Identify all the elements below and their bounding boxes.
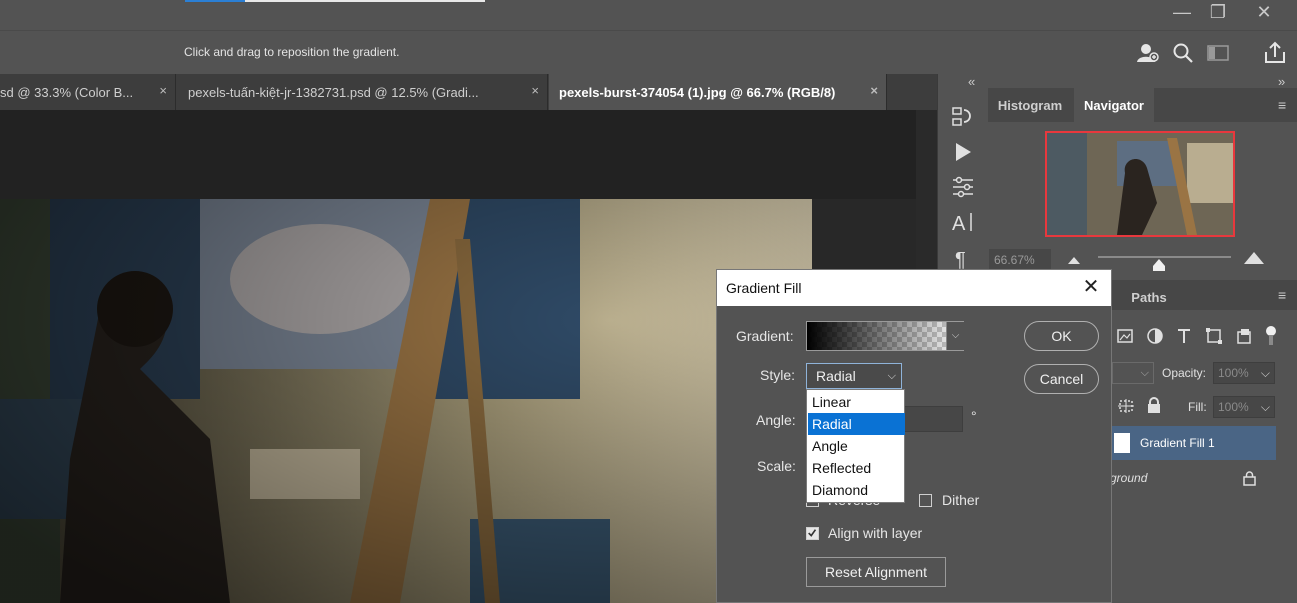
shape-filter-icon[interactable] <box>1205 327 1223 345</box>
svg-text:¶: ¶ <box>955 249 966 270</box>
type-filter-icon[interactable] <box>1175 327 1193 345</box>
dialog-close-icon[interactable]: ✕ <box>1080 276 1102 298</box>
zoom-out-icon[interactable] <box>1067 254 1081 266</box>
layer-row[interactable]: Gradient Fill 1 <box>1110 426 1276 460</box>
character-text-icon[interactable]: A <box>950 209 976 235</box>
adjustments-icon[interactable] <box>950 174 976 200</box>
style-option-reflected[interactable]: Reflected <box>808 457 905 479</box>
pasteboard <box>0 110 916 199</box>
style-select[interactable]: Radial ⌵ <box>806 363 902 389</box>
panel-menu-icon[interactable]: ≡ <box>1278 287 1286 303</box>
smart-object-filter-icon[interactable] <box>1235 327 1253 345</box>
share-export-icon[interactable] <box>1262 40 1288 66</box>
style-option-angle[interactable]: Angle <box>808 435 905 457</box>
dither-label: Dither <box>942 492 980 508</box>
cancel-button[interactable]: Cancel <box>1024 364 1099 394</box>
dialog-title: Gradient Fill <box>726 280 802 296</box>
dither-checkbox[interactable] <box>919 494 932 507</box>
style-label: Style: <box>760 367 796 383</box>
svg-text:A: A <box>952 213 966 235</box>
tab-document-2[interactable]: pexels-tuấn-kiệt-jr-1382731.psd @ 12.5% … <box>178 74 548 110</box>
angle-label: Angle: <box>756 412 796 428</box>
tab-navigator[interactable]: Navigator <box>1074 88 1154 122</box>
play-actions-icon[interactable] <box>950 139 976 165</box>
zoom-in-icon[interactable] <box>1243 251 1265 265</box>
adjustment-filter-icon[interactable] <box>1146 327 1164 345</box>
navigator-thumbnail[interactable] <box>1045 131 1235 237</box>
lock-position-icon[interactable] <box>1117 398 1135 414</box>
ok-button[interactable]: OK <box>1024 321 1099 351</box>
collapse-panels-left-icon[interactable]: « <box>968 74 975 89</box>
fill-label: Fill: <box>1188 400 1207 414</box>
document-tabs: sd @ 33.3% (Color B... × pexels-tuấn-kiệ… <box>0 74 937 110</box>
workspace-icon[interactable] <box>1205 40 1231 66</box>
zoom-slider-handle[interactable] <box>1152 258 1166 272</box>
checkmark-icon <box>808 529 817 537</box>
blend-mode-select[interactable]: ⌵ <box>1112 362 1154 384</box>
search-icon[interactable] <box>1170 40 1196 66</box>
layer-row[interactable]: ground <box>1110 461 1276 495</box>
collapse-panels-right-icon[interactable]: » <box>1278 74 1285 89</box>
chevron-down-icon: ⌵ <box>887 370 896 382</box>
lock-all-icon[interactable] <box>1146 397 1162 414</box>
align-with-layer-checkbox[interactable] <box>806 527 819 540</box>
tab-histogram[interactable]: Histogram <box>988 88 1072 122</box>
top-progress-bar <box>185 0 485 2</box>
style-option-linear[interactable]: Linear <box>808 391 905 413</box>
style-dropdown-list: Linear Radial Angle Reflected Diamond <box>806 389 905 503</box>
close-window-button[interactable]: ✕ <box>1242 0 1286 24</box>
opacity-field[interactable]: 100% ⌵ <box>1213 362 1275 384</box>
tab-document-3[interactable]: pexels-burst-374054 (1).jpg @ 66.7% (RGB… <box>549 74 887 110</box>
options-hint-text: Click and drag to reposition the gradien… <box>184 45 400 59</box>
image-filter-icon[interactable] <box>1116 327 1134 345</box>
tab-document-1[interactable]: sd @ 33.3% (Color B... × <box>0 74 176 110</box>
zoom-field[interactable]: 66.67% <box>989 249 1051 271</box>
close-tab-icon[interactable]: × <box>531 83 539 98</box>
layer-thumbnail <box>1114 433 1130 453</box>
history-icon[interactable] <box>950 104 976 130</box>
fill-field[interactable]: 100% ⌵ <box>1213 396 1275 418</box>
navigator-panel-tabs: Histogram Navigator ≡ <box>988 88 1297 122</box>
angle-field[interactable] <box>904 406 963 432</box>
gradient-fill-dialog <box>716 269 1112 603</box>
document-image[interactable] <box>0 199 812 603</box>
panel-menu-icon[interactable]: ≡ <box>1278 97 1286 113</box>
reset-alignment-button[interactable]: Reset Alignment <box>806 557 946 587</box>
paragraph-icon[interactable]: ¶ <box>950 244 976 270</box>
filter-toggle-icon[interactable] <box>1264 324 1278 346</box>
close-tab-icon[interactable]: × <box>159 83 167 98</box>
restore-button[interactable]: ❐ <box>1196 0 1240 24</box>
opacity-label: Opacity: <box>1162 366 1207 380</box>
style-option-radial[interactable]: Radial <box>808 413 905 435</box>
close-tab-icon[interactable]: × <box>870 83 878 98</box>
align-with-layer-label: Align with layer <box>828 525 923 541</box>
style-option-diamond[interactable]: Diamond <box>808 479 905 501</box>
gradient-dropdown-chevron-icon[interactable]: ⌵ <box>946 322 964 350</box>
user-share-icon[interactable] <box>1134 40 1160 66</box>
gradient-swatch[interactable] <box>806 321 964 351</box>
angle-unit: ° <box>971 408 977 424</box>
tab-paths[interactable]: Paths <box>1122 280 1176 314</box>
layer-lock-icon <box>1243 471 1256 486</box>
scale-label: Scale: <box>757 458 796 474</box>
gradient-label: Gradient: <box>736 328 794 344</box>
